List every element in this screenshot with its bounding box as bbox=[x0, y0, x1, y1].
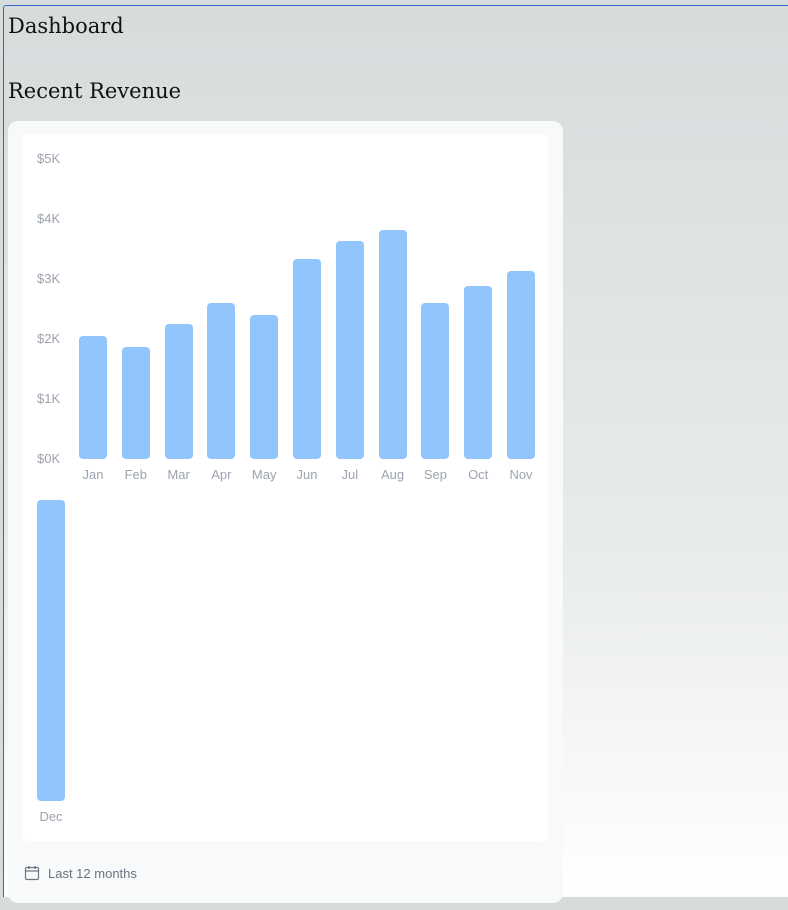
x-tick-label: Apr bbox=[211, 467, 232, 482]
y-tick-label: $1K bbox=[37, 391, 61, 406]
y-tick-label: $3K bbox=[37, 271, 61, 286]
y-tick-label: $5K bbox=[37, 151, 61, 166]
revenue-card: $0K $1K $2K $3K $4K $5K Jan Feb Mar Apr May Jun Jul A… bbox=[8, 121, 563, 903]
y-tick-label: $4K bbox=[37, 211, 61, 226]
x-tick-label: Aug bbox=[381, 467, 405, 482]
x-tick-label: Mar bbox=[167, 467, 190, 482]
page-title: Dashboard bbox=[8, 14, 124, 38]
bar-aug[interactable] bbox=[378, 229, 407, 459]
bar-jul[interactable] bbox=[335, 241, 364, 459]
x-tick-label: Sep bbox=[423, 467, 447, 482]
calendar-icon bbox=[24, 865, 40, 881]
x-tick-label: Nov bbox=[509, 467, 533, 482]
bar-feb[interactable] bbox=[121, 347, 150, 459]
bar-sep[interactable] bbox=[421, 303, 450, 459]
section-title: Recent Revenue bbox=[8, 79, 182, 103]
x-tick-label: Jun bbox=[296, 467, 318, 482]
x-tick-label: May bbox=[251, 467, 277, 482]
bar-may[interactable] bbox=[250, 314, 279, 459]
x-tick-label: Jul bbox=[341, 467, 359, 482]
app-frame: Dashboard Recent Revenue $0K $1K $2K $3K $4K… bbox=[3, 5, 788, 903]
chart-footer: Last 12 months bbox=[24, 863, 137, 883]
x-tick-label: Feb bbox=[124, 467, 147, 482]
bar-mar[interactable] bbox=[164, 323, 193, 459]
period-label: Last 12 months bbox=[48, 865, 137, 881]
x-tick-label: Oct bbox=[468, 467, 489, 482]
y-tick-label: $0K bbox=[37, 451, 61, 466]
revenue-chart: $0K $1K $2K $3K $4K $5K Jan Feb Mar Apr May Jun Jul A… bbox=[22, 134, 548, 841]
bar-dec[interactable] bbox=[37, 500, 65, 801]
bar-jun[interactable] bbox=[293, 259, 321, 459]
bar-nov[interactable] bbox=[507, 270, 535, 459]
x-tick-label: Dec bbox=[39, 809, 63, 824]
bar-oct[interactable] bbox=[464, 285, 493, 459]
bar-apr[interactable] bbox=[207, 303, 236, 459]
y-tick-label: $2K bbox=[37, 331, 61, 346]
bar-jan[interactable] bbox=[79, 335, 107, 459]
x-tick-label: Jan bbox=[82, 467, 104, 482]
